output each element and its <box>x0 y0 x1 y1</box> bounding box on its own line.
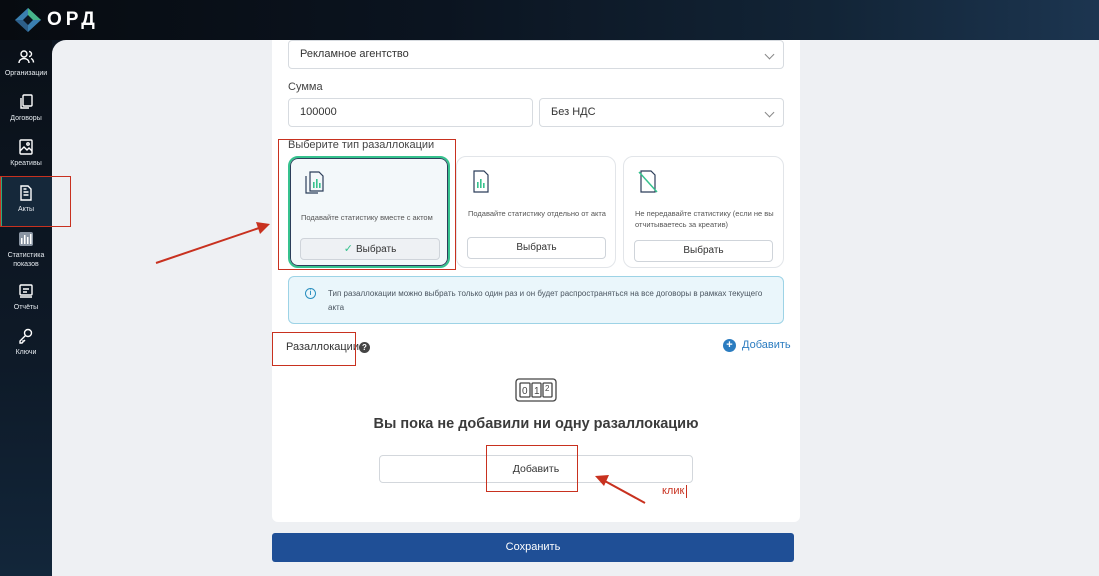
text-cursor <box>686 485 687 498</box>
annotation-arrow-line <box>155 226 263 264</box>
annotation-arrowhead <box>595 475 609 486</box>
annotation-arrowhead <box>256 222 270 234</box>
annotation-arrows <box>155 222 646 504</box>
annotation-arrow-line <box>602 479 646 504</box>
annotation-click-text: клик <box>662 485 685 497</box>
